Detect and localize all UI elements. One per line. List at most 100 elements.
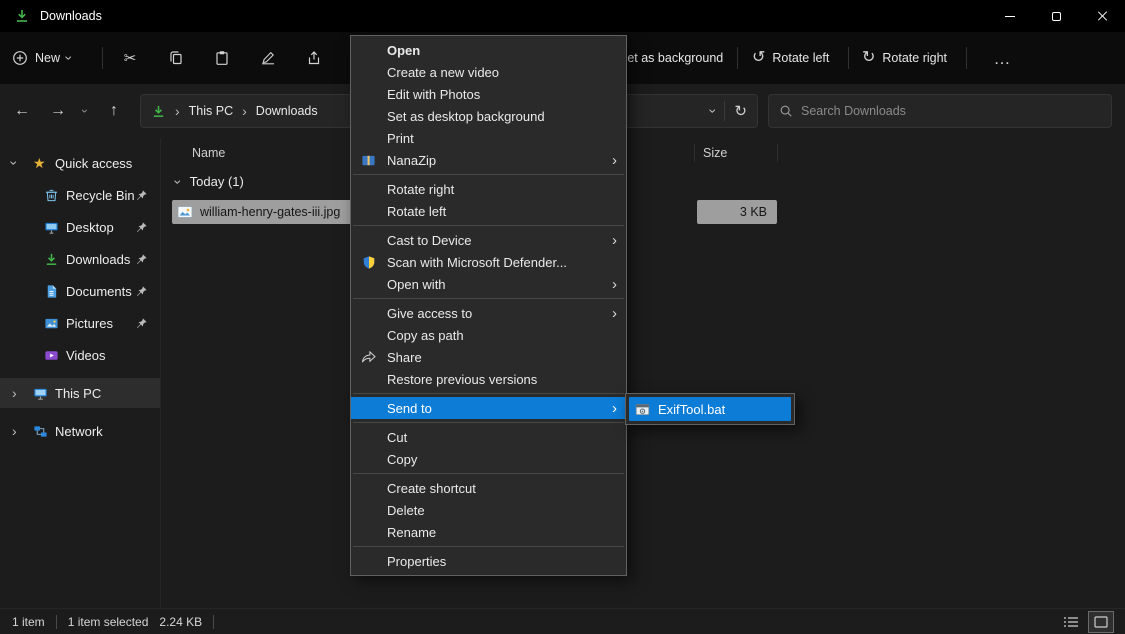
rename-button[interactable]	[250, 32, 286, 84]
menu-item-cast-to-device[interactable]: Cast to Device ›	[351, 229, 626, 251]
more-options-button[interactable]: …	[984, 32, 1020, 84]
menu-item-open-with[interactable]: Open with ›	[351, 273, 626, 295]
set-as-background-label: Set as background	[619, 51, 723, 65]
rotate-left-button[interactable]: ↺ Rotate left	[752, 32, 829, 84]
minimize-button[interactable]	[987, 0, 1033, 32]
menu-item-label: Edit with Photos	[387, 87, 480, 102]
copy-button[interactable]	[158, 32, 194, 84]
sidebar-item-quick-access[interactable]: › ★ Quick access	[0, 148, 160, 178]
share-arrow-icon	[360, 349, 377, 366]
refresh-button[interactable]: ↻	[734, 104, 747, 119]
group-label: Today (1)	[190, 174, 244, 189]
column-header-size[interactable]: Size	[703, 146, 727, 160]
menu-item-rotate-left[interactable]: Rotate left	[351, 200, 626, 222]
search-input[interactable]	[801, 104, 1101, 118]
item-count: 1 item	[12, 615, 45, 629]
sidebar-item-downloads[interactable]: Downloads	[0, 244, 160, 274]
chevron-down-icon[interactable]: ›	[171, 179, 185, 184]
sidebar-item-desktop[interactable]: Desktop	[0, 212, 160, 242]
defender-shield-icon	[360, 254, 377, 271]
sidebar-item-label: Videos	[66, 348, 106, 363]
column-header-name[interactable]: Name	[192, 146, 225, 160]
star-icon: ★	[33, 156, 46, 170]
forward-arrow-icon: →	[50, 103, 66, 119]
submenu-item-exiftool[interactable]: ExifTool.bat	[629, 397, 791, 421]
context-menu: Open Create a new video Edit with Photos…	[350, 35, 627, 576]
menu-item-rotate-right[interactable]: Rotate right	[351, 178, 626, 200]
address-dropdown-chevron[interactable]: ›	[706, 109, 720, 114]
chevron-down-icon[interactable]: ›	[7, 161, 21, 166]
sidebar-item-documents[interactable]: Documents	[0, 276, 160, 306]
sidebar-item-this-pc[interactable]: › This PC	[0, 378, 160, 408]
menu-separator	[353, 473, 624, 474]
menu-item-nanazip[interactable]: NanaZip ›	[351, 149, 626, 171]
toolbar-divider	[102, 47, 103, 69]
sidebar-item-pictures[interactable]: Pictures	[0, 308, 160, 338]
rotate-left-icon: ↺	[752, 50, 765, 66]
menu-item-label: Properties	[387, 554, 446, 569]
menu-item-send-to[interactable]: Send to ›	[351, 397, 626, 419]
menu-item-label: NanaZip	[387, 153, 436, 168]
breadcrumb-this-pc[interactable]: This PC	[189, 104, 233, 118]
new-plus-icon	[12, 50, 28, 66]
menu-item-label: Copy	[387, 452, 417, 467]
menu-item-create-a-new-video[interactable]: Create a new video	[351, 61, 626, 83]
window-controls	[987, 0, 1125, 32]
menu-item-label: Open with	[387, 277, 446, 292]
menu-item-cut[interactable]: Cut	[351, 426, 626, 448]
menu-item-label: Scan with Microsoft Defender...	[387, 255, 567, 270]
menu-item-copy-as-path[interactable]: Copy as path	[351, 324, 626, 346]
menu-separator	[353, 174, 624, 175]
menu-item-delete[interactable]: Delete	[351, 499, 626, 521]
window-title: Downloads	[40, 9, 102, 23]
videos-icon	[44, 348, 59, 363]
close-button[interactable]	[1079, 0, 1125, 32]
file-row-name-cell[interactable]: william-henry-gates-iii.jpg	[172, 200, 352, 224]
new-button[interactable]: New ›	[12, 32, 72, 84]
group-header-today[interactable]: › Today (1)	[176, 174, 244, 189]
menu-item-set-as-desktop-background[interactable]: Set as desktop background	[351, 105, 626, 127]
chevron-right-icon[interactable]: ›	[12, 424, 17, 438]
menu-item-label: Open	[387, 43, 420, 58]
forward-button[interactable]: →	[44, 97, 72, 125]
rotate-right-button[interactable]: ↻ Rotate right	[862, 32, 947, 84]
sidebar-item-label: This PC	[55, 386, 101, 401]
menu-item-scan-with-defender[interactable]: Scan with Microsoft Defender...	[351, 251, 626, 273]
sidebar-item-network[interactable]: › Network	[0, 416, 160, 446]
rename-icon	[260, 50, 276, 66]
sidebar-item-label: Quick access	[55, 156, 132, 171]
view-toggles	[1059, 612, 1113, 632]
menu-item-copy[interactable]: Copy	[351, 448, 626, 470]
back-button[interactable]: ←	[8, 97, 36, 125]
downloads-icon	[44, 252, 59, 267]
thumbnail-view-button[interactable]	[1089, 612, 1113, 632]
this-pc-icon	[33, 386, 48, 401]
toolbar-divider	[737, 47, 738, 69]
up-button[interactable]: ↑	[100, 97, 128, 125]
file-row-size-cell[interactable]: 3 KB	[697, 200, 777, 224]
back-arrow-icon: ←	[14, 103, 30, 119]
menu-item-open[interactable]: Open	[351, 39, 626, 61]
sidebar-item-recycle-bin[interactable]: Recycle Bin	[0, 180, 160, 210]
menu-item-create-shortcut[interactable]: Create shortcut	[351, 477, 626, 499]
menu-item-rename[interactable]: Rename	[351, 521, 626, 543]
menu-item-properties[interactable]: Properties	[351, 550, 626, 572]
paste-button[interactable]	[204, 32, 240, 84]
menu-item-give-access-to[interactable]: Give access to ›	[351, 302, 626, 324]
recent-locations-button[interactable]: ›	[74, 97, 96, 125]
cut-button[interactable]: ✂	[112, 32, 148, 84]
menu-item-edit-with-photos[interactable]: Edit with Photos	[351, 83, 626, 105]
column-divider[interactable]	[777, 144, 778, 162]
documents-icon	[44, 284, 59, 299]
menu-item-print[interactable]: Print	[351, 127, 626, 149]
sidebar-item-videos[interactable]: Videos	[0, 340, 160, 370]
maximize-button[interactable]	[1033, 0, 1079, 32]
menu-item-share[interactable]: Share	[351, 346, 626, 368]
details-view-button[interactable]	[1059, 612, 1083, 632]
share-button[interactable]	[296, 32, 332, 84]
search-box[interactable]	[768, 94, 1112, 128]
column-divider[interactable]	[694, 144, 695, 162]
menu-item-restore-previous-versions[interactable]: Restore previous versions	[351, 368, 626, 390]
chevron-right-icon[interactable]: ›	[12, 386, 17, 400]
breadcrumb-downloads[interactable]: Downloads	[256, 104, 318, 118]
